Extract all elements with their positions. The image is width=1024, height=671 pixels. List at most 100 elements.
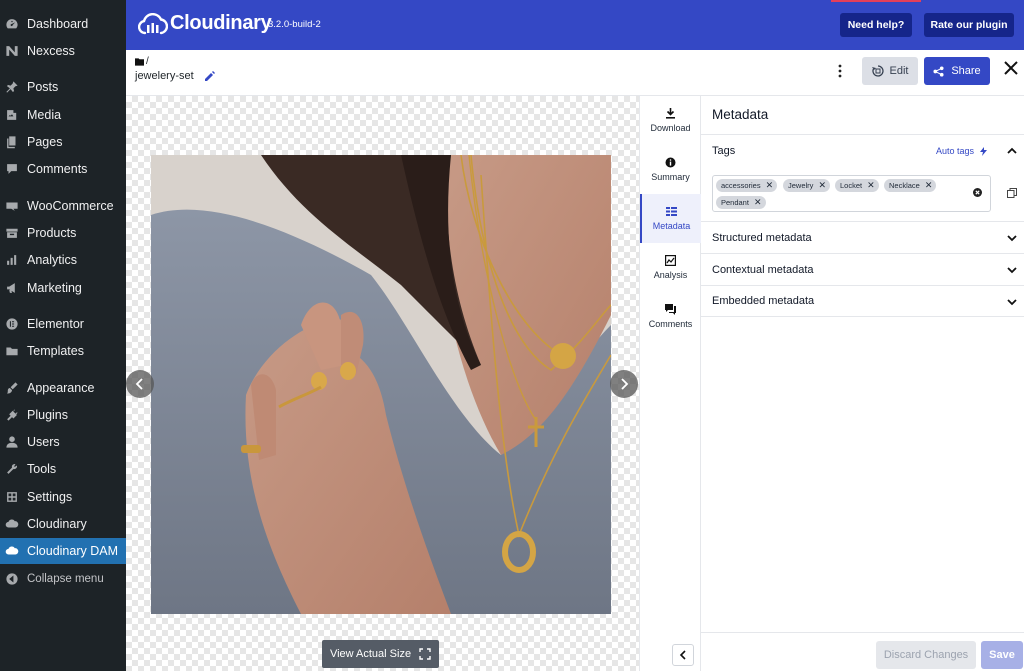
remove-tag-icon[interactable]: ✕ — [925, 181, 933, 190]
tag-chip-label: Necklace — [889, 181, 920, 190]
panel-title: Metadata — [712, 107, 769, 122]
wp-menu-templates[interactable]: Templates — [0, 338, 126, 364]
need-help-button[interactable]: Need help? — [840, 13, 912, 37]
clear-tags-icon[interactable] — [973, 188, 982, 197]
tab-download[interactable]: Download — [640, 96, 701, 145]
collapse-panel-button[interactable] — [672, 644, 694, 666]
wp-menu-label: Media — [27, 108, 62, 122]
close-icon[interactable] — [1002, 59, 1020, 77]
chevron-down-icon — [1007, 299, 1017, 306]
wp-menu-collapse[interactable]: Collapse menu — [0, 566, 126, 592]
wp-menu-cloudinary[interactable]: Cloudinary — [0, 511, 126, 537]
more-options-icon[interactable] — [834, 63, 846, 79]
wp-menu-products[interactable]: Products — [0, 220, 126, 246]
wp-menu-woocommerce[interactable]: WooCommerce — [0, 193, 126, 219]
wp-menu-nexcess[interactable]: Nexcess — [0, 38, 126, 64]
share-label: Share — [951, 65, 981, 77]
wp-menu-label: Templates — [27, 344, 84, 358]
tab-summary[interactable]: Summary — [640, 145, 701, 194]
collapse-icon — [5, 572, 19, 586]
wp-menu-posts[interactable]: Posts — [0, 74, 126, 100]
wp-menu-settings[interactable]: Settings — [0, 484, 126, 510]
analytics-icon — [5, 253, 19, 267]
wp-menu-label: Comments — [27, 162, 88, 176]
tab-metadata[interactable]: Metadata — [640, 194, 701, 243]
tag-chip: Necklace ✕ — [884, 179, 937, 192]
folder-icon — [5, 344, 19, 358]
settings-icon — [5, 490, 19, 504]
wp-menu-elementor[interactable]: Elementor — [0, 311, 126, 337]
rate-plugin-button[interactable]: Rate our plugin — [924, 13, 1014, 37]
edit-label: Edit — [889, 65, 909, 77]
remove-tag-icon[interactable]: ✕ — [867, 181, 875, 190]
wp-menu-cloudinary-dam[interactable]: Cloudinary DAM — [0, 538, 133, 564]
next-image-button[interactable] — [610, 370, 638, 398]
breadcrumb[interactable]: / — [135, 56, 149, 67]
wp-menu-users[interactable]: Users — [0, 429, 126, 455]
tag-chip: accessories ✕ — [716, 179, 778, 192]
wp-menu-label: WooCommerce — [27, 199, 114, 213]
tab-label: Comments — [648, 319, 693, 329]
info-icon — [665, 157, 676, 168]
tag-chip-label: accessories — [721, 181, 761, 190]
asset-name: jewelery-set — [135, 70, 194, 82]
wp-menu-label: Tools — [27, 462, 57, 476]
chevron-left-icon — [679, 650, 686, 660]
wp-menu-pages[interactable]: Pages — [0, 129, 126, 155]
chevron-down-icon — [1007, 267, 1017, 274]
pages-icon — [5, 135, 19, 149]
wp-menu-label: Elementor — [27, 317, 84, 331]
view-actual-size-label: View Actual Size — [329, 648, 412, 660]
save-button[interactable]: Save — [981, 641, 1023, 669]
top-accent-line — [831, 0, 921, 2]
view-actual-size-button[interactable]: View Actual Size — [322, 640, 439, 668]
metadata-panel: Metadata Tags Auto tags accessories ✕ Jew… — [701, 96, 1024, 671]
cloudinary-logo: Cloudinary — [138, 12, 272, 35]
contextual-metadata-section[interactable]: Contextual metadata — [701, 253, 1024, 285]
embedded-metadata-section[interactable]: Embedded metadata — [701, 285, 1024, 317]
previous-image-button[interactable] — [126, 370, 154, 398]
chevron-down-icon — [1007, 235, 1017, 242]
wp-menu-dashboard[interactable]: Dashboard — [0, 11, 126, 37]
tags-section-header[interactable]: Tags Auto tags — [701, 134, 1024, 166]
comment-icon — [5, 162, 19, 176]
chevron-up-icon[interactable] — [1006, 145, 1018, 157]
media-icon — [5, 108, 19, 122]
rename-pencil-icon[interactable] — [204, 70, 216, 82]
wp-menu-label: Cloudinary DAM — [27, 544, 119, 558]
tag-chip: Jewelry ✕ — [783, 179, 830, 192]
wp-menu-appearance[interactable]: Appearance — [0, 375, 126, 401]
cloudinary-logo-icon — [138, 12, 168, 34]
remove-tag-icon[interactable]: ✕ — [766, 181, 774, 190]
copy-icon[interactable] — [1007, 188, 1017, 198]
remove-tag-icon[interactable]: ✕ — [818, 181, 826, 190]
tags-input[interactable]: accessories ✕ Jewelry ✕ Locket ✕ Necklace ✕ … — [712, 175, 991, 212]
share-button[interactable]: Share — [924, 57, 990, 85]
wp-menu-label: Posts — [27, 80, 59, 94]
wp-menu-marketing[interactable]: Marketing — [0, 275, 126, 301]
wp-menu-tools[interactable]: Tools — [0, 456, 126, 482]
remove-tag-icon[interactable]: ✕ — [754, 198, 762, 207]
metadata-icon — [666, 207, 677, 216]
pin-icon — [5, 80, 19, 94]
wp-menu-comments[interactable]: Comments — [0, 156, 126, 182]
wp-menu-label: Analytics — [27, 253, 78, 267]
tab-analysis[interactable]: Analysis — [640, 243, 701, 292]
tab-comments[interactable]: Comments — [640, 292, 701, 341]
wp-menu-analytics[interactable]: Analytics — [0, 247, 126, 273]
elementor-icon — [5, 317, 19, 331]
edit-button[interactable]: Edit — [862, 57, 918, 85]
tag-chip-label: Jewelry — [788, 181, 814, 190]
auto-tags-link[interactable]: Auto tags — [936, 146, 988, 156]
products-icon — [5, 226, 19, 240]
wp-menu-media[interactable]: Media — [0, 102, 126, 128]
nexcess-icon — [5, 44, 19, 58]
jewelry-photo — [151, 155, 611, 614]
folder-icon — [135, 57, 144, 66]
tab-label: Summary — [651, 172, 690, 182]
wp-menu-plugins[interactable]: Plugins — [0, 402, 126, 428]
analysis-icon — [665, 255, 676, 266]
asset-preview-image — [151, 155, 611, 614]
structured-metadata-section[interactable]: Structured metadata — [701, 221, 1024, 253]
discard-changes-button[interactable]: Discard Changes — [876, 641, 976, 669]
